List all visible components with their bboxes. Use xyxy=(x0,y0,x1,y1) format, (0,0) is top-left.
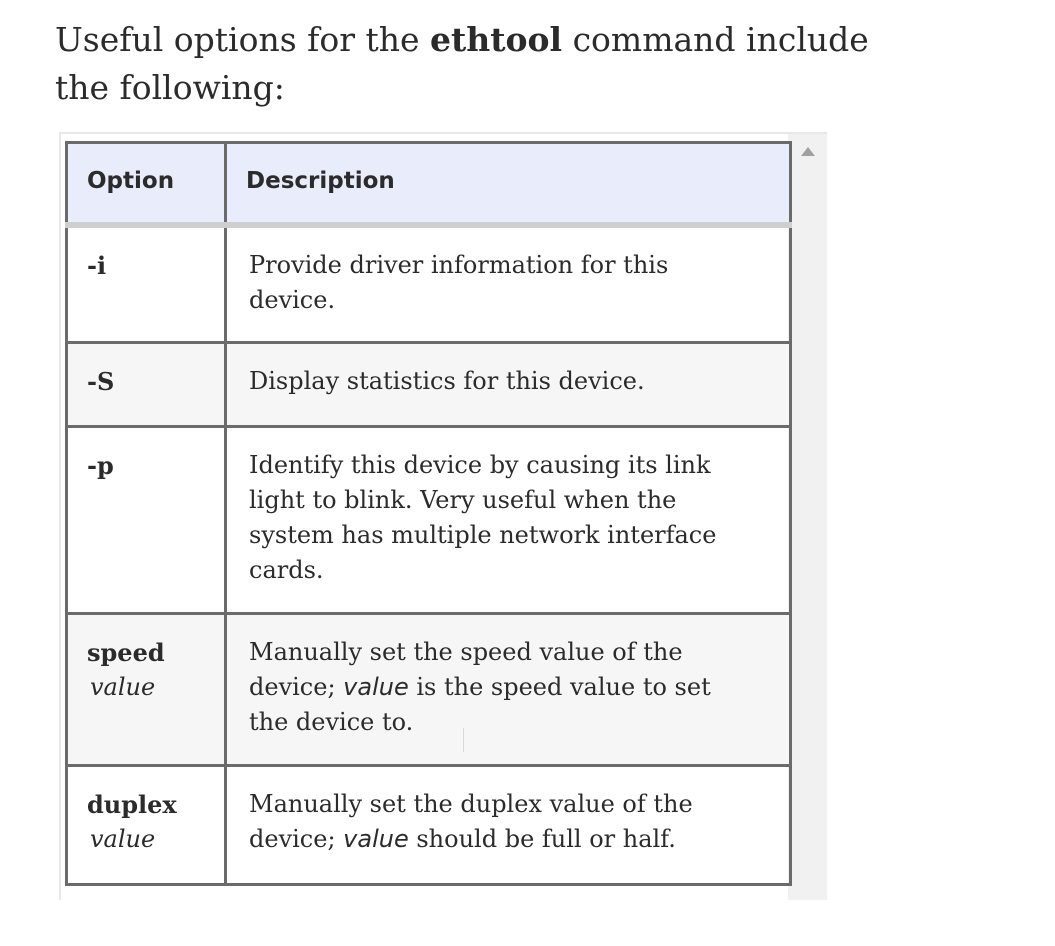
emphasized-term: value xyxy=(343,825,409,853)
description-line: device. xyxy=(249,285,336,314)
options-table: Option Description -i Provide driver inf… xyxy=(65,141,792,886)
description-line: device; value should be full or half. xyxy=(249,825,676,853)
header-option: Option xyxy=(65,141,227,228)
description-line: Manually set the speed value of the xyxy=(249,638,683,666)
description-line: light to blink. Very useful when the xyxy=(249,486,677,514)
description-line: Identify this device by causing its link xyxy=(249,451,711,479)
intro-paragraph: Useful options for the ethtool command i… xyxy=(55,16,915,112)
option-name: -S xyxy=(87,367,115,396)
option-name: -p xyxy=(87,451,114,480)
description-line: system has multiple network interface xyxy=(249,521,717,549)
table-row: -p Identify this device by causing its l… xyxy=(65,425,792,615)
description-line: Provide driver information for this xyxy=(249,250,669,279)
option-name: speed xyxy=(87,638,165,667)
text-cursor-icon xyxy=(463,728,464,752)
table-row: -S Display statistics for this device. xyxy=(65,341,792,428)
option-cell: -i xyxy=(65,223,227,344)
option-name: duplex xyxy=(87,790,177,819)
option-argument: value xyxy=(90,673,156,701)
option-cell: -p xyxy=(65,425,227,615)
table-header-row: Option Description xyxy=(65,141,792,228)
table-row: speed value Manually set the speed value … xyxy=(65,612,792,767)
option-argument: value xyxy=(90,825,156,853)
option-name: -i xyxy=(87,250,107,280)
description-cell: Manually set the duplex value of the dev… xyxy=(224,764,792,886)
emphasized-term: value xyxy=(343,673,409,701)
description-line: cards. xyxy=(249,556,324,584)
description-line: the device to. xyxy=(249,708,414,736)
option-cell: -S xyxy=(65,341,227,428)
description-line: Manually set the duplex value of the xyxy=(249,790,693,818)
header-description: Description xyxy=(224,141,792,228)
description-cell: Display statistics for this device. xyxy=(224,341,792,428)
table-row: duplex value Manually set the duplex valu… xyxy=(65,764,792,886)
description-cell: Identify this device by causing its link… xyxy=(224,425,792,615)
description-cell: Provide driver information for this devi… xyxy=(224,223,792,344)
description-line: device; value is the speed value to set xyxy=(249,673,711,701)
scroll-up-arrow-icon[interactable] xyxy=(801,147,815,156)
intro-text-before: Useful options for the xyxy=(55,20,431,59)
table-row: -i Provide driver information for this d… xyxy=(65,223,792,344)
option-cell: duplex value xyxy=(65,764,227,886)
command-name: ethtool xyxy=(430,20,563,59)
description-line: Display statistics for this device. xyxy=(249,367,645,395)
vertical-scrollbar[interactable] xyxy=(788,134,827,900)
description-cell: Manually set the speed value of the devi… xyxy=(224,612,792,767)
option-cell: speed value xyxy=(65,612,227,767)
